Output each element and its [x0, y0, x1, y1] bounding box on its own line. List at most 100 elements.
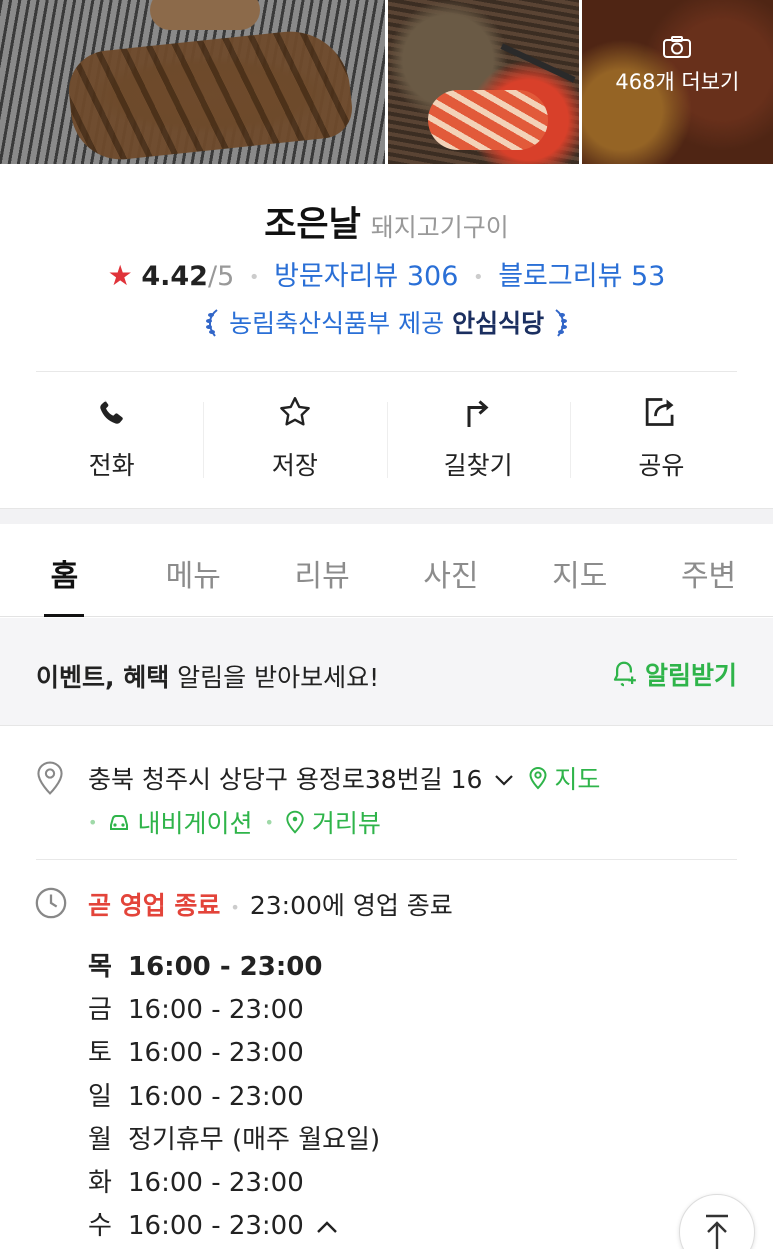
place-name: 조은날	[264, 205, 361, 245]
hours-time: 16:00 - 23:00	[128, 1038, 304, 1069]
clock-icon	[34, 886, 68, 924]
hours-day: 일	[88, 1081, 112, 1112]
hours-list: 목 16:00 - 23:00 금 16:00 - 23:00 토 16:00 - 2…	[88, 946, 380, 1248]
call-label: 전화	[88, 451, 135, 480]
business-status: 곧 영업 종료	[88, 891, 221, 920]
tab-bar: 홈 메뉴 리뷰 사진 지도 주변	[0, 525, 773, 617]
tab-nearby[interactable]: 주변	[644, 525, 773, 616]
tab-map[interactable]: 지도	[515, 525, 644, 616]
hours-time: 정기휴무 (매주 월요일)	[128, 1124, 381, 1155]
hours-row: 월 정기휴무 (매주 월요일)	[88, 1119, 380, 1162]
hours-time: 16:00 - 23:00	[128, 1081, 304, 1112]
tab-photos[interactable]: 사진	[386, 525, 515, 616]
separator-dot: •	[230, 897, 240, 917]
tab-home[interactable]: 홈	[0, 525, 129, 617]
rating-max: /5	[207, 261, 235, 292]
separator-dot: •	[264, 812, 274, 832]
badge-title: 안심식당	[452, 309, 545, 338]
food-photo-1[interactable]	[0, 0, 385, 164]
navigation-link-label: 내비게이션	[137, 809, 253, 838]
rating-value: 4.42	[141, 261, 208, 292]
share-label: 공유	[638, 451, 685, 480]
notification-text-rest: 알림을 받아보세요!	[169, 663, 380, 692]
blog-reviews-link[interactable]: 블로그리뷰 53	[498, 261, 665, 292]
street-view-link-label: 거리뷰	[311, 809, 381, 838]
car-icon	[110, 815, 129, 830]
chevron-up-icon[interactable]	[316, 1205, 338, 1248]
visitor-reviews-link[interactable]: 방문자리뷰 306	[274, 261, 458, 292]
food-photo-more[interactable]: 468개 더보기	[581, 0, 773, 164]
food-photo-2[interactable]	[387, 0, 579, 164]
arrow-up-icon	[706, 1214, 728, 1249]
hours-row: 수 16:00 - 23:00	[88, 1205, 380, 1248]
action-bar: 전화 저장 길찾기 공유	[20, 390, 753, 490]
hours-row: 일 16:00 - 23:00	[88, 1076, 380, 1119]
navigation-link[interactable]: 내비게이션	[107, 804, 252, 840]
map-link[interactable]: 지도	[528, 760, 600, 796]
hours-row-today: 목 16:00 - 23:00	[88, 946, 380, 989]
notification-banner: 이벤트, 혜택 알림을 받아보세요! 알림받기	[0, 618, 773, 726]
safe-restaurant-badge[interactable]: 농림축산식품부 제공 안심식당	[0, 304, 773, 340]
tab-reviews[interactable]: 리뷰	[258, 525, 387, 616]
address-row: 충북 청주시 상당구 용정로38번길 16 지도	[88, 760, 600, 796]
hours-time: 16:00 - 23:00	[128, 1211, 304, 1242]
directions-icon	[387, 390, 570, 434]
share-button[interactable]: 공유	[569, 390, 753, 490]
hours-row: 금 16:00 - 23:00	[88, 989, 380, 1032]
business-status-row[interactable]: 곧 영업 종료 • 23:00에 영업 종료	[88, 886, 453, 922]
map-pin-icon	[529, 766, 547, 790]
grilled-pork-piece-image	[150, 0, 260, 30]
hours-time: 16:00 - 23:00	[128, 995, 304, 1026]
scroll-to-top-button[interactable]	[679, 1194, 755, 1249]
place-category: 돼지고기구이	[370, 213, 509, 242]
chevron-down-icon[interactable]	[494, 764, 514, 793]
hours-row: 토 16:00 - 23:00	[88, 1032, 380, 1075]
save-label: 저장	[271, 451, 318, 480]
share-icon	[570, 390, 753, 434]
laurel-left-icon	[203, 309, 229, 339]
divider	[36, 371, 737, 372]
address-links-row: • 내비게이션 • 거리뷰	[88, 804, 381, 840]
business-status-detail: 23:00에 영업 종료	[249, 891, 453, 920]
hours-day: 목	[88, 952, 112, 982]
place-title-row: 조은날 돼지고기구이	[0, 196, 773, 247]
photo-strip: 468개 더보기	[0, 0, 773, 164]
kimchi-image	[427, 90, 548, 150]
hours-time: 16:00 - 23:00	[128, 952, 323, 982]
separator-dot: •	[472, 267, 484, 288]
subscribe-alert-label: 알림받기	[644, 661, 737, 690]
notification-text-bold: 이벤트, 혜택	[36, 663, 170, 692]
directions-label: 길찾기	[443, 451, 513, 480]
bell-plus-icon	[613, 661, 636, 687]
more-photos[interactable]: 468개 더보기	[582, 36, 773, 96]
badge-provider: 농림축산식품부 제공	[229, 309, 445, 338]
separator-dot: •	[248, 267, 260, 288]
address-text: 충북 청주시 상당구 용정로38번길 16	[88, 765, 483, 794]
hours-day: 월	[88, 1124, 112, 1155]
rating-star-icon: ★	[107, 259, 133, 292]
hours-row: 화 16:00 - 23:00	[88, 1162, 380, 1205]
tab-menu[interactable]: 메뉴	[129, 525, 258, 616]
call-button[interactable]: 전화	[20, 390, 203, 490]
phone-icon	[20, 390, 203, 434]
grilled-pork-image	[65, 25, 355, 164]
star-outline-icon	[203, 390, 386, 434]
hours-time: 16:00 - 23:00	[128, 1168, 304, 1199]
hours-day: 토	[88, 1038, 112, 1069]
directions-button[interactable]: 길찾기	[386, 390, 570, 490]
street-view-pin-icon	[286, 810, 304, 834]
notification-text: 이벤트, 혜택 알림을 받아보세요!	[36, 658, 379, 694]
map-link-label: 지도	[554, 765, 601, 794]
location-pin-icon	[34, 760, 66, 800]
section-gap	[0, 508, 773, 524]
hours-day: 금	[88, 995, 112, 1026]
rating-row: ★ 4.42/5 • 방문자리뷰 306 • 블로그리뷰 53	[0, 254, 773, 293]
street-view-link[interactable]: 거리뷰	[284, 804, 381, 840]
save-button[interactable]: 저장	[203, 390, 386, 490]
tongs-image	[499, 43, 576, 83]
camera-icon	[663, 36, 692, 58]
laurel-right-icon	[552, 309, 570, 339]
subscribe-alert-button[interactable]: 알림받기	[609, 656, 737, 692]
hours-day: 수	[88, 1211, 112, 1242]
more-photos-label: 468개 더보기	[615, 70, 740, 94]
